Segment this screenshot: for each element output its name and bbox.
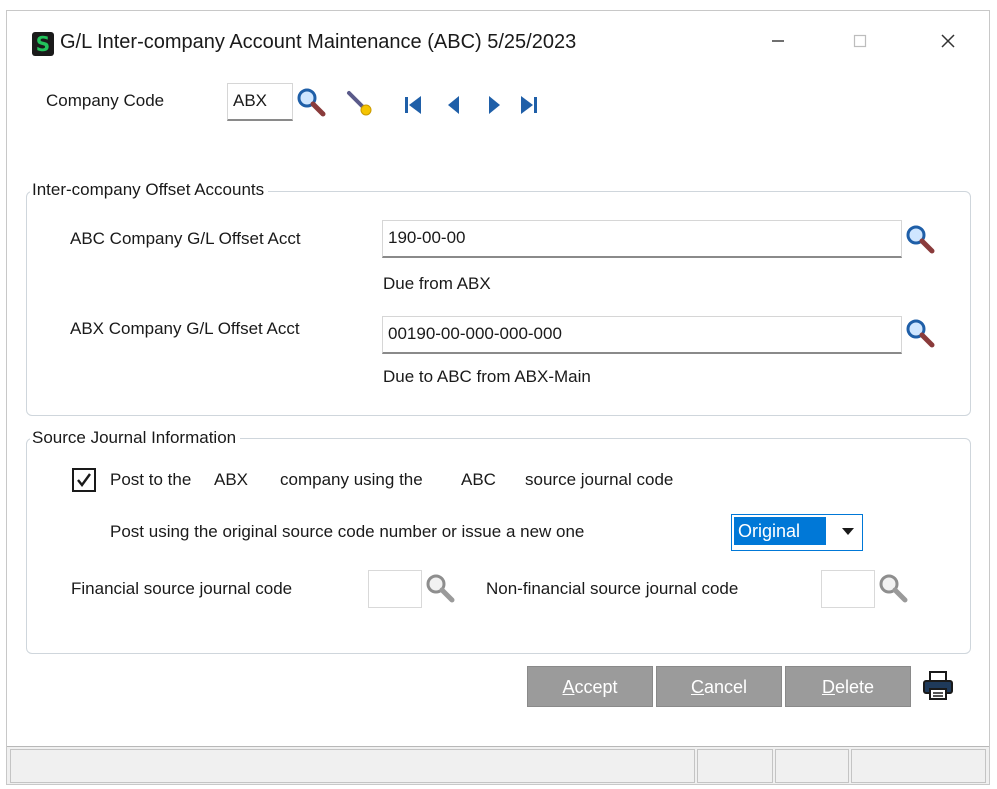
maintenance-window: S G/L Inter-company Account Maintenance … <box>6 10 990 785</box>
original-source-label: Post using the original source code numb… <box>110 522 585 541</box>
wand-icon[interactable] <box>345 89 373 117</box>
financial-source-lookup-icon[interactable] <box>424 572 456 604</box>
original-source-select[interactable]: Original <box>731 514 863 551</box>
nonfinancial-source-lookup-icon[interactable] <box>877 572 909 604</box>
last-record-icon[interactable] <box>515 91 543 119</box>
abc-offset-acct-input[interactable]: 190-00-00 <box>382 220 902 258</box>
post-to-label-source-company: ABC <box>461 470 496 489</box>
delete-hotkey: D <box>821 677 835 697</box>
accept-hotkey: A <box>562 677 575 697</box>
minimize-button[interactable] <box>755 21 801 61</box>
close-icon <box>941 34 955 48</box>
status-cell-main <box>10 749 695 783</box>
nonfinancial-source-input[interactable] <box>821 570 875 608</box>
company-code-input[interactable]: ABX <box>227 83 293 121</box>
dropdown-arrow-icon <box>842 528 854 535</box>
checkmark-icon <box>77 473 91 487</box>
abc-offset-acct-lookup-icon[interactable] <box>904 223 936 255</box>
printer-icon[interactable] <box>921 669 955 703</box>
maximize-icon <box>853 34 867 48</box>
financial-source-input[interactable] <box>368 570 422 608</box>
next-record-icon[interactable] <box>480 91 508 119</box>
company-code-lookup-icon[interactable] <box>295 86 327 118</box>
sage-app-icon: S <box>32 32 54 56</box>
delete-label: elete <box>834 677 875 697</box>
previous-record-icon[interactable] <box>440 91 468 119</box>
nonfinancial-source-label: Non-financial source journal code <box>486 579 739 598</box>
cancel-hotkey: C <box>690 677 704 697</box>
abc-offset-acct-label: ABC Company G/L Offset Acct <box>70 229 301 248</box>
post-to-label-company: ABX <box>214 470 249 489</box>
abx-offset-acct-input[interactable]: 00190-00-000-000-000 <box>382 316 902 354</box>
title-bar: S G/L Inter-company Account Maintenance … <box>7 11 989 69</box>
original-source-selected-value: Original <box>734 517 826 545</box>
post-to-company-checkbox[interactable] <box>72 468 96 492</box>
cancel-button[interactable]: Cancel <box>656 666 782 707</box>
offset-accounts-legend: Inter-company Offset Accounts <box>30 180 269 200</box>
maximize-button[interactable] <box>837 21 883 61</box>
post-to-label-part1: Post to the <box>110 470 192 489</box>
delete-button[interactable]: Delete <box>785 666 911 707</box>
minimize-icon <box>772 40 784 42</box>
cancel-label: ancel <box>703 677 748 697</box>
abx-offset-acct-description: Due to ABC from ABX-Main <box>383 367 591 386</box>
status-bar <box>7 746 989 784</box>
status-cell-2 <box>697 749 773 783</box>
close-button[interactable] <box>925 21 971 61</box>
accept-button[interactable]: Accept <box>527 666 653 707</box>
company-code-label: Company Code <box>46 91 165 110</box>
abx-offset-acct-label: ABX Company G/L Offset Acct <box>70 319 300 338</box>
post-to-label-part2: company using the <box>280 470 423 489</box>
abx-offset-acct-lookup-icon[interactable] <box>904 317 936 349</box>
abc-offset-acct-description: Due from ABX <box>383 274 491 293</box>
first-record-icon[interactable] <box>400 91 428 119</box>
window-title: G/L Inter-company Account Maintenance (A… <box>60 31 577 53</box>
source-journal-legend: Source Journal Information <box>30 428 241 448</box>
status-cell-4 <box>851 749 986 783</box>
post-to-label-part3: source journal code <box>525 470 674 489</box>
financial-source-label: Financial source journal code <box>71 579 293 598</box>
status-cell-3 <box>775 749 849 783</box>
accept-label: ccept <box>574 677 618 697</box>
